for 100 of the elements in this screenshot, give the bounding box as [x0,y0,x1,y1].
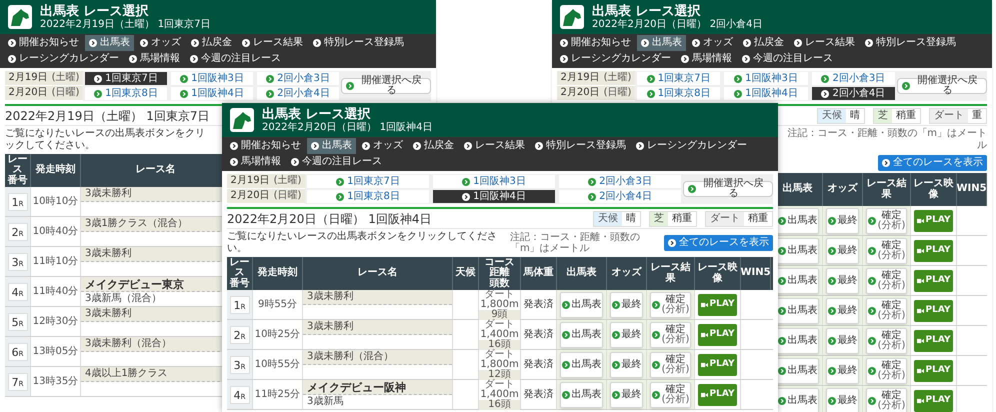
nav-tab[interactable]: 今週の注目レース [186,51,285,67]
result-button[interactable]: 確定 (分析) [650,352,691,378]
play-button[interactable]: PLAY [698,354,737,376]
entries-button[interactable]: 出馬表 [776,298,819,324]
entries-button[interactable]: 出馬表 [560,292,603,318]
nav-tab[interactable]: 今週の注目レース [738,51,837,67]
entries-button[interactable]: 出馬表 [776,388,819,412]
meeting-button[interactable]: 1回東京8日 [307,190,429,203]
nav-tab[interactable]: 出馬表 [85,35,134,51]
meeting-button[interactable]: 2回小倉4日 [812,87,895,100]
meeting-button[interactable]: 1回阪神3日 [433,175,555,188]
nav-tab[interactable]: オッズ [688,35,737,51]
chevron-circle-icon [868,216,876,224]
nav-tab[interactable]: 開催お知らせ [556,35,635,51]
play-button[interactable]: PLAY [914,390,953,412]
chevron-circle-icon [652,300,660,308]
nav-tab[interactable]: レーシングカレンダー [632,138,751,154]
play-button[interactable]: PLAY [914,240,953,262]
result-button[interactable]: 確定 (分析) [866,298,907,324]
nav-tab[interactable]: 払戻金 [187,35,236,51]
race-distance: 1,800m [479,300,520,310]
column-header: 発走時刻 [31,154,81,187]
nav-tab[interactable]: 開催お知らせ [4,35,83,51]
entries-button[interactable]: 出馬表 [776,268,819,294]
nav-tab[interactable]: レース結果 [460,138,529,154]
meeting-button[interactable]: 1回阪神3日 [171,72,253,85]
odds-button[interactable]: 最終 [826,268,859,294]
nav-tab[interactable]: レーシングカレンダー [556,51,675,67]
meeting-button[interactable]: 1回阪神3日 [724,72,808,85]
odds-button[interactable]: 最終 [826,238,859,264]
meeting-button[interactable]: 2回小倉3日 [812,72,895,85]
odds-button[interactable]: 最終 [826,388,859,412]
nav-tab[interactable]: 出馬表 [307,138,356,154]
entries-button[interactable]: 出馬表 [776,208,819,234]
play-button[interactable]: PLAY [914,360,953,382]
result-button[interactable]: 確定 (分析) [650,292,691,318]
odds-button[interactable]: 最終 [610,292,643,318]
result-button[interactable]: 確定 (分析) [866,208,907,234]
nav-tab[interactable]: 馬場情報 [677,51,736,67]
entries-button[interactable]: 出馬表 [560,322,603,348]
nav-tab[interactable]: 払戻金 [739,35,788,51]
play-button[interactable]: PLAY [914,300,953,322]
entries-button[interactable]: 出馬表 [776,328,819,354]
result-button[interactable]: 確定 (分析) [866,328,907,354]
meeting-button[interactable]: 1回東京8日 [85,87,167,100]
odds-button[interactable]: 最終 [826,328,859,354]
meeting-button[interactable]: 1回東京7日 [307,175,429,188]
nav-tab[interactable]: 特別レース登録馬 [309,35,408,51]
odds-button[interactable]: 最終 [826,358,859,384]
play-button[interactable]: PLAY [914,210,953,232]
play-button[interactable]: PLAY [698,294,737,316]
entries-button[interactable]: 出馬表 [560,352,603,378]
entries-button[interactable]: 出馬表 [776,358,819,384]
odds-button[interactable]: 最終 [610,382,643,408]
race-day-heading: 2022年2月19日（土曜） 1回東京7日 [5,110,210,122]
entries-button[interactable]: 出馬表 [776,238,819,264]
result-button[interactable]: 確定 (分析) [866,268,907,294]
meeting-button[interactable]: 2回小倉4日 [257,87,339,100]
result-button[interactable]: 確定 (分析) [650,382,691,408]
show-all-races-button[interactable]: 全てのレースを表示 [664,235,773,251]
odds-button[interactable]: 最終 [826,208,859,234]
play-button[interactable]: PLAY [914,270,953,292]
odds-button[interactable]: 最終 [826,298,859,324]
chevron-circle-icon [230,158,238,166]
nav-tab[interactable]: 出馬表 [637,35,686,51]
chevron-circle-icon [8,39,16,47]
meeting-button[interactable]: 1回阪神4日 [433,190,555,203]
entries-button[interactable]: 出馬表 [560,382,603,408]
nav-tab[interactable]: 馬場情報 [125,51,184,67]
result-button[interactable]: 確定 (分析) [866,238,907,264]
chevron-circle-icon [266,90,274,98]
nav-tab[interactable]: レース結果 [790,35,859,51]
result-button[interactable]: 確定 (分析) [866,388,907,412]
play-button[interactable]: PLAY [914,330,953,352]
meeting-button[interactable]: 1回東京8日 [637,87,720,100]
meeting-button[interactable]: 1回阪神4日 [724,87,808,100]
nav-tab[interactable]: レーシングカレンダー [4,51,123,67]
nav-tab[interactable]: レース結果 [238,35,307,51]
show-all-races-button[interactable]: 全てのレースを表示 [878,155,987,171]
chevron-circle-icon [588,178,596,186]
odds-button[interactable]: 最終 [610,352,643,378]
meeting-button[interactable]: 1回阪神4日 [171,87,253,100]
race-class: 3歳未勝利 [307,292,354,302]
meeting-button[interactable]: 1回東京7日 [85,72,167,85]
nav-tab[interactable]: 特別レース登録馬 [531,138,630,154]
nav-tab[interactable]: オッズ [136,35,185,51]
nav-tab[interactable]: 特別レース登録馬 [861,35,960,51]
meeting-button[interactable]: 2回小倉3日 [559,175,681,188]
result-button[interactable]: 確定 (分析) [866,358,907,384]
play-button[interactable]: PLAY [698,384,737,406]
nav-tab[interactable]: 開催お知らせ [226,138,305,154]
nav-tab[interactable]: 払戻金 [409,138,458,154]
meeting-button[interactable]: 1回東京7日 [637,72,720,85]
nav-tab[interactable]: オッズ [358,138,407,154]
result-button[interactable]: 確定 (分析) [650,322,691,348]
meeting-button[interactable]: 2回小倉3日 [257,72,339,85]
nav-tab[interactable]: 今週の注目レース [287,154,386,170]
odds-button[interactable]: 最終 [610,322,643,348]
meeting-button[interactable]: 2回小倉4日 [559,190,681,203]
play-button[interactable]: PLAY [698,324,737,346]
